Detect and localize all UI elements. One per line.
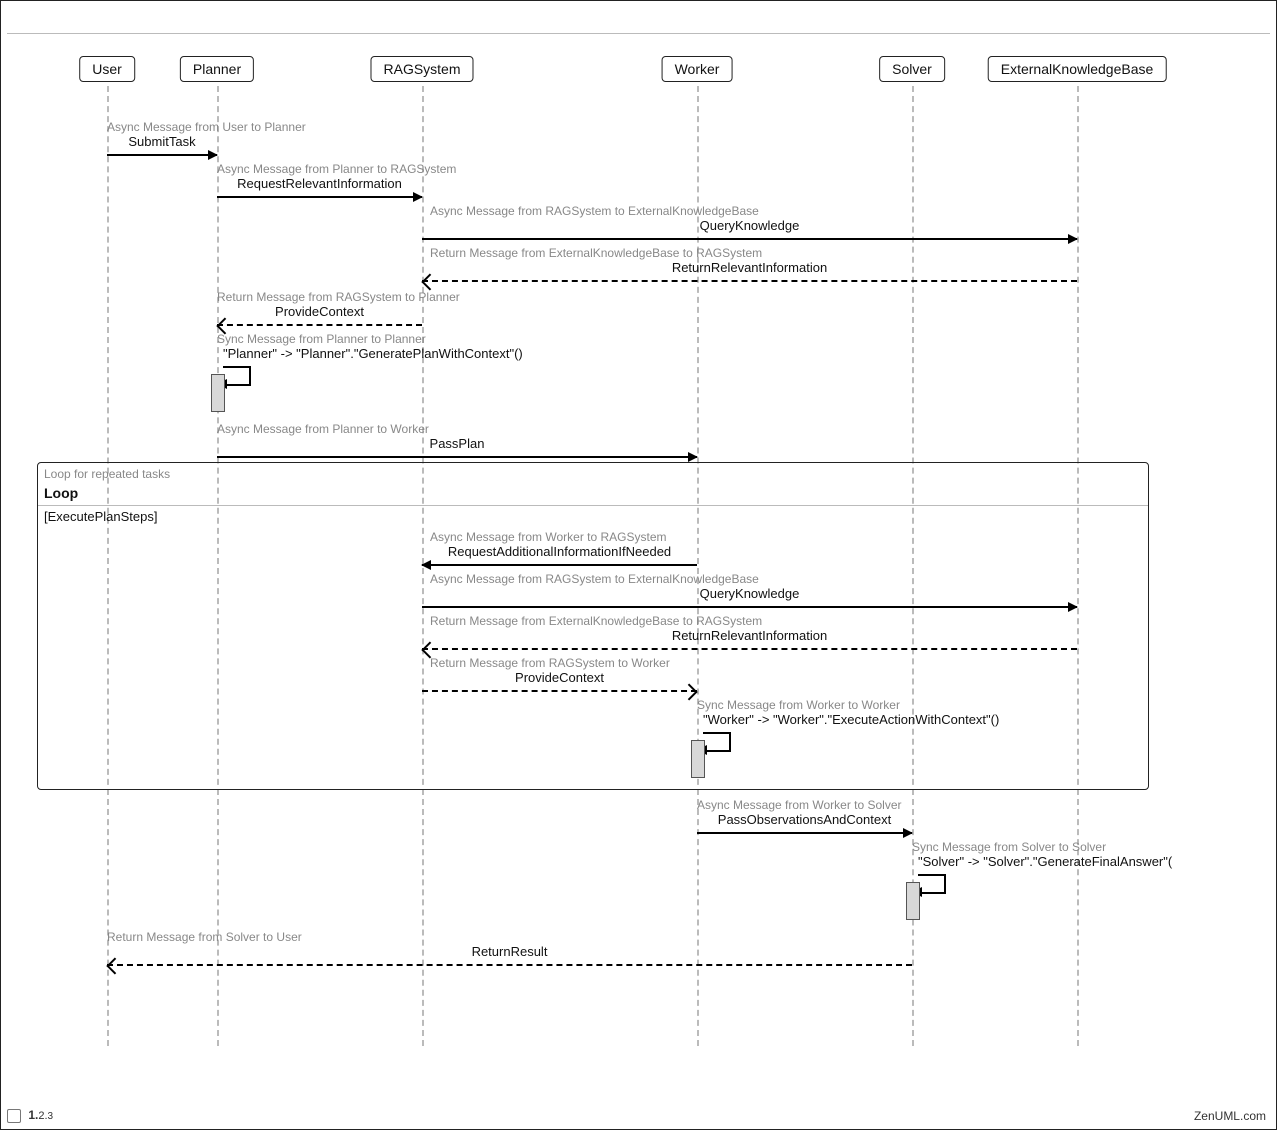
message-return-relevant-info-1: Return Message from ExternalKnowledgeBas… [422,246,1077,276]
message-provide-context-2: Return Message from RAGSystem to Worker … [422,656,697,686]
message-request-relevant-info: Async Message from Planner to RAGSystem … [217,162,422,192]
message-label: ReturnRelevantInformation [422,628,1077,643]
fragment-separator [38,505,1148,506]
message-desc: Async Message from Worker to Solver [697,798,912,812]
message-query-knowledge-1: Async Message from RAGSystem to External… [422,204,1077,234]
message-desc: Return Message from ExternalKnowledgeBas… [422,246,1077,260]
message-provide-context-1: Return Message from RAGSystem to Planner… [217,290,422,320]
message-label: ReturnRelevantInformation [422,260,1077,275]
participant-label: Solver [892,61,932,77]
participant-ragsystem: RAGSystem [370,56,473,82]
checkbox-icon[interactable] [7,1109,21,1123]
activation-solver [906,882,920,920]
participant-label: User [92,61,122,77]
version-minor: 2. [38,1110,47,1122]
message-desc: Return Message from RAGSystem to Worker [422,656,697,670]
participant-label: Worker [675,61,720,77]
message-label: "Solver" -> "Solver"."GenerateFinalAnswe… [912,854,1172,869]
message-label: SubmitTask [107,134,217,149]
message-label: RequestAdditionalInformationIfNeeded [422,544,697,559]
participant-label: Planner [193,61,241,77]
participant-label: ExternalKnowledgeBase [1001,61,1154,77]
diagram-frame: User Planner RAGSystem Worker Solver Ext… [0,0,1277,1130]
message-label: QueryKnowledge [422,586,1077,601]
participant-planner: Planner [180,56,254,82]
message-desc: Sync Message from Worker to Worker [697,698,999,712]
message-execute-action-with-context: Sync Message from Worker to Worker "Work… [697,698,999,727]
participant-worker: Worker [662,56,733,82]
participant-solver: Solver [879,56,945,82]
diagram-canvas: User Planner RAGSystem Worker Solver Ext… [7,34,1270,1084]
message-label: ProvideContext [217,304,422,319]
message-desc: Async Message from Planner to Worker [217,422,697,436]
message-generate-final-answer: Sync Message from Solver to Solver "Solv… [912,840,1172,869]
fragment-title: Loop [44,485,78,501]
message-desc: Async Message from RAGSystem to External… [422,204,1077,218]
message-query-knowledge-2: Async Message from RAGSystem to External… [422,572,1077,602]
fragment-desc: Loop for repeated tasks [44,467,170,481]
message-return-relevant-info-2: Return Message from ExternalKnowledgeBas… [422,614,1077,644]
message-desc: Return Message from RAGSystem to Planner [217,290,422,304]
message-desc: Async Message from User to Planner [107,120,217,134]
diagram-header [7,7,1270,34]
activation-worker [691,740,705,778]
message-desc: Async Message from Worker to RAGSystem [422,530,697,544]
message-label: ReturnResult [107,944,912,959]
message-generate-plan-with-context: Sync Message from Planner to Planner "Pl… [217,332,523,361]
version-indicator: 1.2.3 [7,1108,53,1123]
message-label: "Planner" -> "Planner"."GeneratePlanWith… [217,346,523,361]
message-label: RequestRelevantInformation [217,176,422,191]
message-label: "Worker" -> "Worker"."ExecuteActionWithC… [697,712,999,727]
message-request-additional-info: Async Message from Worker to RAGSystem R… [422,530,697,560]
message-label: PassObservationsAndContext [697,812,912,827]
brand-label: ZenUML.com [1194,1109,1266,1123]
message-pass-plan: Async Message from Planner to Worker Pas… [217,422,697,452]
participant-user: User [79,56,135,82]
message-desc: Async Message from RAGSystem to External… [422,572,1077,586]
message-label: ProvideContext [422,670,697,685]
message-desc: Async Message from Planner to RAGSystem [217,162,422,176]
diagram-footer: 1.2.3 ZenUML.com [7,1108,1266,1123]
activation-planner [211,374,225,412]
message-desc: Sync Message from Planner to Planner [217,332,523,346]
participant-externalknowledgebase: ExternalKnowledgeBase [988,56,1167,82]
message-return-result: Return Message from Solver to User Retur… [107,930,912,960]
fragment-condition: [ExecutePlanSteps] [44,509,157,524]
message-desc: Sync Message from Solver to Solver [912,840,1172,854]
message-label: QueryKnowledge [422,218,1077,233]
message-pass-observations-context: Async Message from Worker to Solver Pass… [697,798,912,828]
version-major: 1. [28,1108,38,1122]
message-label: PassPlan [217,436,697,451]
message-desc: Return Message from Solver to User [107,930,912,944]
message-submit-task: Async Message from User to Planner Submi… [107,120,217,150]
version-patch: 3 [48,1111,54,1122]
participant-label: RAGSystem [383,61,460,77]
message-desc: Return Message from ExternalKnowledgeBas… [422,614,1077,628]
